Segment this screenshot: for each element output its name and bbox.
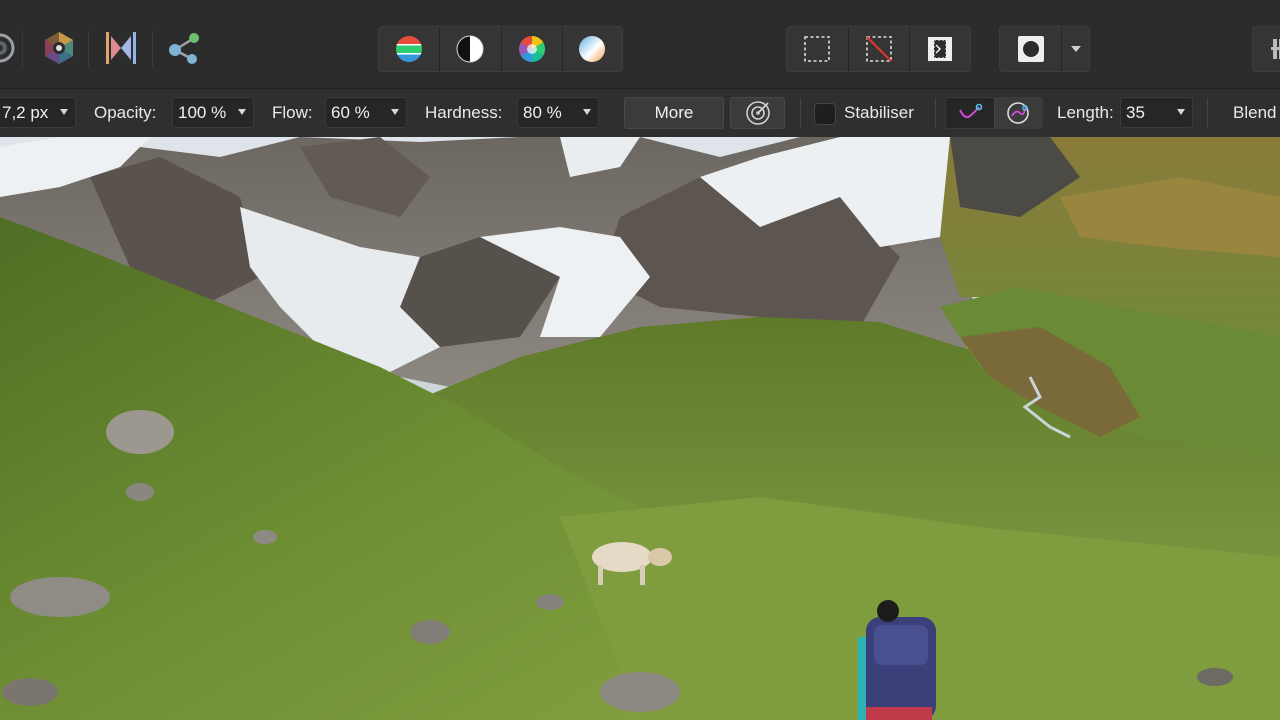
levels-icon[interactable] — [379, 27, 441, 71]
more-button[interactable]: More — [624, 97, 724, 129]
photo-persona-icon[interactable] — [0, 26, 22, 70]
hue-wheel-icon[interactable] — [502, 27, 563, 71]
stabiliser-mode-group — [945, 97, 1043, 129]
context-separator — [800, 99, 801, 129]
hardness-dropdown[interactable]: 80 % — [517, 97, 599, 128]
flow-label: Flow: — [272, 103, 313, 122]
marquee-selection-icon[interactable] — [787, 27, 849, 71]
hardness-label: Hardness: — [425, 103, 503, 122]
quick-mask-icon[interactable] — [1000, 27, 1063, 71]
chevron-down-icon — [391, 109, 399, 115]
hardness-value: 80 % — [523, 102, 562, 122]
snapping-group — [1252, 26, 1280, 72]
document-canvas[interactable] — [0, 137, 1280, 720]
invert-selection-icon[interactable] — [910, 27, 970, 71]
chevron-down-icon — [1177, 109, 1185, 115]
deselect-icon[interactable] — [849, 27, 911, 71]
export-persona-icon[interactable] — [162, 26, 206, 70]
landscape-photo — [0, 137, 1280, 720]
stabiliser-checkbox[interactable] — [814, 103, 836, 125]
context-toolbar: 7,2 px Opacity: 100 % Flow: 60 % Hardnes… — [0, 88, 1280, 139]
blend-label: Blend — [1233, 103, 1277, 122]
pressure-icon — [745, 101, 770, 125]
toolbar-separator — [22, 30, 23, 68]
opacity-value: 100 % — [178, 102, 227, 122]
develop-persona-icon[interactable] — [37, 26, 81, 70]
length-label: Length: — [1057, 103, 1114, 122]
flow-value: 60 % — [331, 102, 370, 122]
snapping-icon[interactable] — [1253, 27, 1280, 71]
pressure-button[interactable] — [730, 97, 785, 129]
rope-mode-icon[interactable] — [946, 98, 995, 128]
brush-width-value: 7,2 px — [2, 102, 49, 122]
window-mode-icon[interactable] — [994, 98, 1042, 128]
contrast-icon[interactable] — [440, 27, 502, 71]
brush-width-dropdown[interactable]: 7,2 px — [0, 97, 76, 128]
length-value: 35 — [1126, 102, 1145, 122]
selection-group — [786, 26, 971, 72]
context-separator — [1207, 99, 1208, 129]
chevron-down-icon — [238, 109, 246, 115]
opacity-dropdown[interactable]: 100 % — [172, 97, 254, 128]
adjustments-group — [378, 26, 623, 72]
context-separator — [935, 99, 936, 129]
length-dropdown[interactable]: 35 — [1120, 97, 1193, 128]
tone-mapping-persona-icon[interactable] — [99, 26, 143, 70]
white-balance-icon[interactable] — [563, 27, 622, 71]
quick-mask-group — [999, 26, 1090, 72]
main-toolbar — [0, 0, 1280, 88]
mask-dropdown-arrow[interactable] — [1062, 27, 1089, 71]
stabiliser-label: Stabiliser — [844, 103, 914, 122]
chevron-down-icon — [60, 109, 68, 115]
chevron-down-icon — [583, 109, 591, 115]
opacity-label: Opacity: — [94, 103, 157, 122]
toolbar-separator — [88, 30, 89, 68]
flow-dropdown[interactable]: 60 % — [325, 97, 407, 128]
toolbar-separator — [152, 30, 153, 68]
